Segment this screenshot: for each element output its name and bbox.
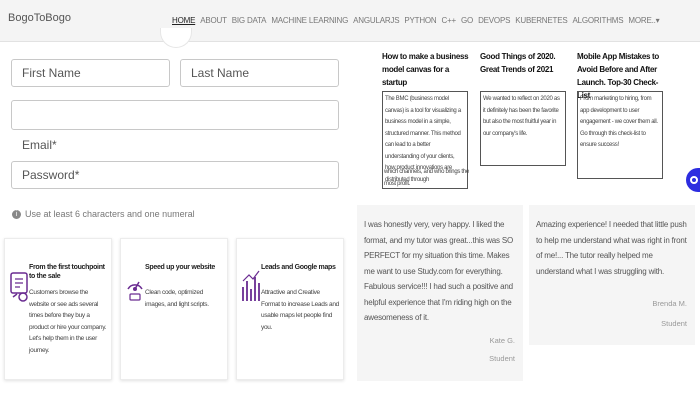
feature-title: Speed up your website (145, 264, 215, 271)
last-name-field[interactable] (180, 59, 339, 87)
password-field[interactable] (11, 161, 339, 189)
main-nav: HOME ABOUT BIG DATA MACHINE LEARNING ANG… (172, 16, 664, 25)
testimonial-role: Student (489, 354, 515, 363)
nav-item-kubernetes[interactable]: KUBERNETES (515, 16, 567, 25)
nav-item-devops[interactable]: DEVOPS (478, 16, 510, 25)
nav-item-algorithms[interactable]: ALGORITHMS (572, 16, 623, 25)
nav-item-python[interactable]: PYTHON (404, 16, 436, 25)
leads-chart-icon (242, 270, 260, 301)
nav-item-about[interactable]: ABOUT (200, 16, 227, 25)
nav-item-cpp[interactable]: C++ (442, 16, 457, 25)
feature-title: Leads and Google maps (261, 264, 336, 271)
email-label: Email* (22, 138, 57, 152)
feature-title: From the first touchpoint to the sale (29, 264, 105, 280)
nav-item-go[interactable]: GO (461, 16, 473, 25)
testimonial-card: Amazing experience! I needed that little… (529, 205, 695, 345)
chat-icon[interactable] (686, 168, 700, 192)
testimonial-card: I was honestly very, very happy. I liked… (357, 205, 523, 381)
feature-card-leads: Leads and Google maps Attractive and Cre… (236, 238, 344, 380)
article-excerpt-tail: which channels, and who brings the most … (384, 169, 469, 187)
password-hint-text: Use at least 6 characters and one numera… (25, 209, 195, 219)
password-hint: i Use at least 6 characters and one nume… (12, 209, 195, 219)
feature-card-speed: Speed up your website Clean code, optimi… (120, 238, 228, 380)
article-excerpt: We wanted to reflect on 2020 as it defin… (480, 91, 566, 166)
testimonial-name: Kate G. (489, 336, 515, 345)
article-card[interactable]: Good Things of 2020. Great Trends of 202… (480, 50, 570, 76)
brand-logo[interactable]: BogoToBogo (8, 12, 71, 24)
nav-item-angularjs[interactable]: ANGULARJS (353, 16, 399, 25)
feature-card-touchpoint: From the first touchpoint to the sale Cu… (4, 238, 112, 380)
testimonial-text: I was honestly very, very happy. I liked… (364, 220, 514, 322)
info-icon: i (12, 209, 21, 219)
testimonial-text: Amazing experience! I needed that little… (536, 220, 687, 276)
nav-item-home[interactable]: HOME (172, 16, 195, 25)
speed-icon (127, 281, 143, 301)
blank-input-field[interactable] (11, 100, 339, 130)
feature-body: Customers browse the website or see ads … (29, 289, 107, 354)
nav-item-machine-learning[interactable]: MACHINE LEARNING (271, 16, 348, 25)
top-navbar: BogoToBogo HOME ABOUT BIG DATA MACHINE L… (0, 0, 700, 48)
testimonial-role: Student (661, 319, 687, 328)
testimonial-name: Brenda M. (652, 299, 687, 308)
article-card[interactable]: How to make a business model canvas for … (382, 50, 472, 89)
article-title[interactable]: Good Things of 2020. Great Trends of 202… (480, 50, 570, 76)
article-title[interactable]: How to make a business model canvas for … (382, 50, 472, 89)
nav-item-big-data[interactable]: BIG DATA (232, 16, 267, 25)
article-excerpt: From marketing to hiring, from app devel… (577, 91, 663, 179)
nav-item-more[interactable]: MORE..▾ (628, 16, 659, 25)
home-tab-indicator (160, 28, 192, 48)
touchpoint-icon (10, 272, 28, 302)
first-name-field[interactable] (11, 59, 170, 87)
feature-body: Attractive and Creative Format to increa… (261, 289, 339, 331)
chat-dot (690, 176, 698, 184)
feature-body: Clean code, optimized images, and light … (145, 289, 209, 308)
